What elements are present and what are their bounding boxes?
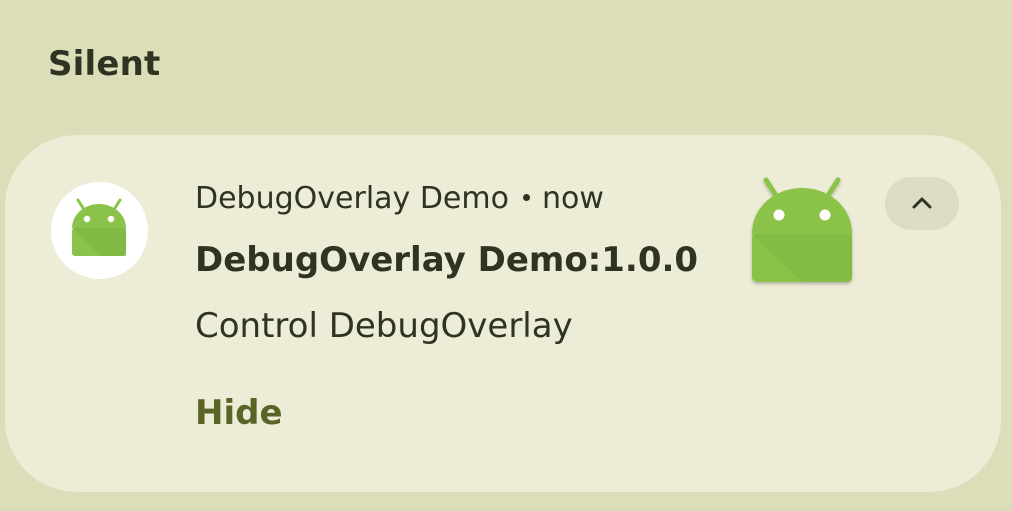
app-icon (51, 182, 148, 279)
hide-action-button[interactable]: Hide (195, 393, 283, 433)
app-name: DebugOverlay Demo (195, 181, 509, 216)
expand-collapse-button[interactable] (885, 177, 959, 230)
notification-body: Control DebugOverlay (195, 306, 573, 346)
dot-separator-icon (522, 194, 530, 201)
large-icon (748, 176, 856, 288)
chevron-up-icon (912, 197, 932, 209)
android-robot-icon (72, 198, 126, 256)
notification-header: DebugOverlay Demo now (195, 181, 604, 216)
timestamp: now (541, 181, 604, 216)
section-header-silent: Silent (48, 44, 161, 84)
android-robot-icon (752, 177, 852, 282)
notification-title: DebugOverlay Demo:1.0.0 (195, 240, 699, 280)
